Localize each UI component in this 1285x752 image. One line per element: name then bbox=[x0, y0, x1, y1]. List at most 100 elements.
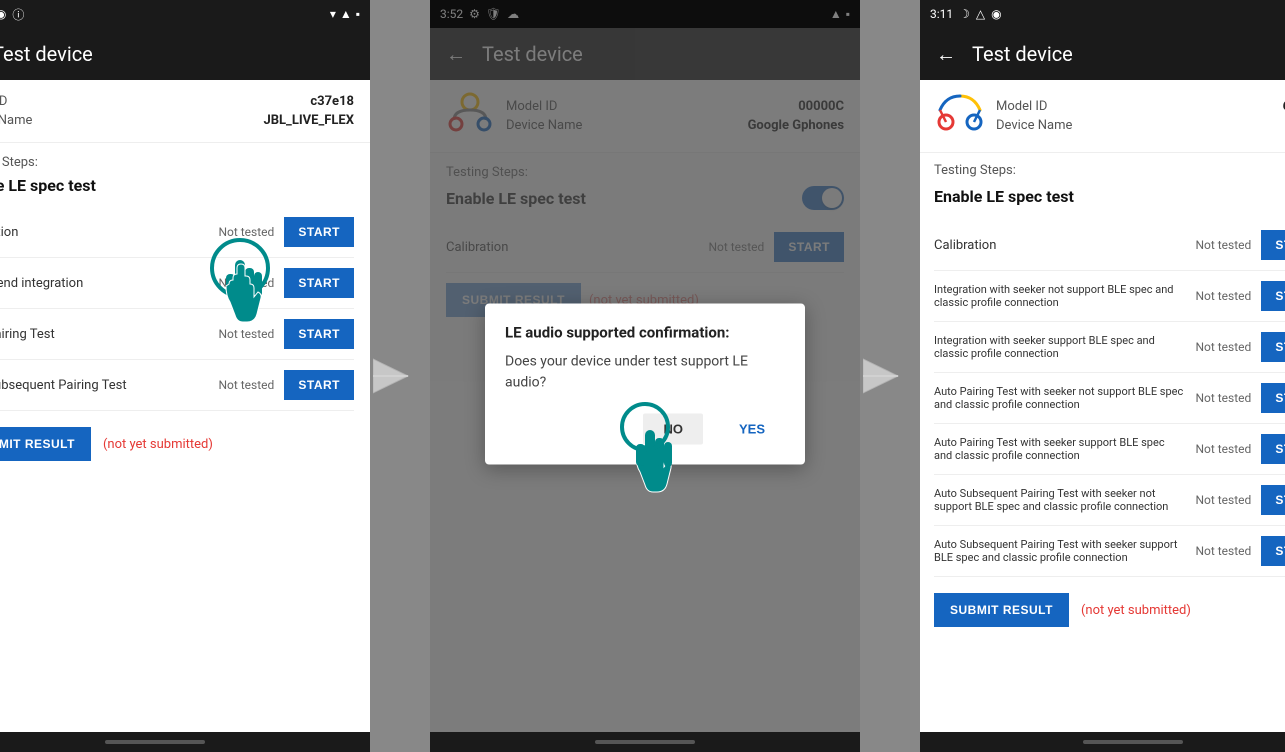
test-row-6-3: Auto Subsequent Pairing Test with seeker… bbox=[934, 526, 1285, 577]
test-label-3-3: Auto Pairing Test with seeker not suppor… bbox=[934, 385, 1185, 411]
test-start-btn-3-3[interactable]: START bbox=[1261, 383, 1285, 413]
screen-1: 1:55 ⚙ ◉ ⓘ ▾ ▲ ▪ ← Test device Model ID … bbox=[0, 0, 370, 752]
device-name-row-3: Device Name Allegro bbox=[996, 116, 1285, 135]
test-row-4-3: Auto Pairing Test with seeker support BL… bbox=[934, 424, 1285, 475]
test-label-0-3: Calibration bbox=[934, 238, 1185, 253]
home-bar-2 bbox=[595, 740, 695, 744]
subsequent-start-btn-1[interactable]: START bbox=[284, 370, 354, 400]
home-indicator-1 bbox=[0, 732, 370, 752]
test-row-5-3: Auto Subsequent Pairing Test with seeker… bbox=[934, 475, 1285, 526]
app-bar-1: ← Test device bbox=[0, 28, 370, 80]
test-row-0-3: Calibration Not tested START bbox=[934, 220, 1285, 271]
device-name-row-1: Device Name JBL_LIVE_FLEX bbox=[0, 111, 354, 130]
circle-icon: ◉ bbox=[0, 7, 6, 21]
testing-content-3: Testing Steps: Enable LE spec test Calib… bbox=[920, 153, 1285, 732]
calibration-start-btn-1[interactable]: START bbox=[284, 217, 354, 247]
test-label-5-3: Auto Subsequent Pairing Test with seeker… bbox=[934, 487, 1185, 513]
test-start-btn-0-3[interactable]: START bbox=[1261, 230, 1285, 260]
home-bar-3 bbox=[1083, 740, 1183, 744]
app-title-1: Test device bbox=[0, 42, 93, 66]
wifi-icon: ▾ bbox=[330, 7, 336, 21]
test-row-2-3: Integration with seeker support BLE spec… bbox=[934, 322, 1285, 373]
test-row-calibration-1: Calibration Not tested START bbox=[0, 207, 354, 258]
test-label-1-3: Integration with seeker not support BLE … bbox=[934, 283, 1185, 309]
status-bar-1: 1:55 ⚙ ◉ ⓘ ▾ ▲ ▪ bbox=[0, 0, 370, 28]
test-row-pairing-1: Auto Pairing Test Not tested START bbox=[0, 309, 354, 360]
back-button-3[interactable]: ← bbox=[936, 42, 956, 67]
time-3: 3:11 bbox=[930, 7, 953, 21]
test-row-e2e-1: End-to-end integration Not tested START bbox=[0, 258, 354, 309]
not-submitted-1: (not yet submitted) bbox=[103, 437, 213, 452]
model-id-row-1: Model ID c37e18 bbox=[0, 92, 354, 111]
submit-row-1: SUBMIT RESULT (not yet submitted) bbox=[0, 411, 354, 469]
test-label-6-3: Auto Subsequent Pairing Test with seeker… bbox=[934, 538, 1185, 564]
test-status-0-3: Not tested bbox=[1193, 238, 1253, 252]
hand-cursor-2 bbox=[625, 430, 680, 504]
test-status-2-3: Not tested bbox=[1193, 340, 1253, 354]
screen-3: 3:11 ☽ △ ◉ ▲ ▪ ← Test device bbox=[920, 0, 1285, 752]
test-row-1-3: Integration with seeker not support BLE … bbox=[934, 271, 1285, 322]
home-indicator-2 bbox=[430, 732, 860, 752]
test-label-2-3: Integration with seeker support BLE spec… bbox=[934, 334, 1185, 360]
e2e-label-1: End-to-end integration bbox=[0, 276, 208, 291]
enable-le-title-1: Enable LE spec test bbox=[0, 176, 96, 195]
device-icon-3 bbox=[936, 92, 984, 140]
model-id-label-3: Model ID bbox=[996, 99, 1047, 114]
test-status-6-3: Not tested bbox=[1193, 544, 1253, 558]
device-name-label-3: Device Name bbox=[996, 118, 1072, 133]
e2e-start-btn-1[interactable]: START bbox=[284, 268, 354, 298]
calibration-status-1: Not tested bbox=[216, 225, 276, 239]
dialog-title-2: LE audio supported confirmation: bbox=[505, 324, 785, 342]
test-status-1-3: Not tested bbox=[1193, 289, 1253, 303]
dialog-yes-btn[interactable]: YES bbox=[719, 414, 785, 445]
device-info-card-3: Model ID 6EDAF7 Device Name Allegro bbox=[920, 80, 1285, 153]
model-id-value-1: c37e18 bbox=[310, 94, 354, 109]
info-icon: ⓘ bbox=[12, 6, 24, 23]
submit-btn-1[interactable]: SUBMIT RESULT bbox=[0, 427, 91, 461]
status-left-3: 3:11 ☽ △ ◉ bbox=[930, 7, 1002, 21]
test-start-btn-2-3[interactable]: START bbox=[1261, 332, 1285, 362]
pairing-label-1: Auto Pairing Test bbox=[0, 327, 208, 342]
moon-icon: ☽ bbox=[959, 7, 970, 21]
device-info-card-1: Model ID c37e18 Device Name JBL_LIVE_FLE… bbox=[0, 80, 370, 143]
enable-le-row-3: Enable LE spec test bbox=[934, 184, 1285, 208]
hand-cursor-1 bbox=[215, 260, 270, 342]
status-left-1: 1:55 ⚙ ◉ ⓘ bbox=[0, 6, 24, 23]
app-bar-3: ← Test device bbox=[920, 28, 1285, 80]
enable-le-row-1: Enable LE spec test bbox=[0, 176, 354, 195]
test-status-5-3: Not tested bbox=[1193, 493, 1253, 507]
subsequent-status-1: Not tested bbox=[216, 378, 276, 392]
device-name-value-1: JBL_LIVE_FLEX bbox=[263, 113, 354, 128]
dialog-body-2: Does your device under test support LE a… bbox=[505, 352, 785, 394]
status-bar-3: 3:11 ☽ △ ◉ ▲ ▪ bbox=[920, 0, 1285, 28]
model-id-row-3: Model ID 6EDAF7 bbox=[996, 97, 1285, 116]
device-info-text-3: Model ID 6EDAF7 Device Name Allegro bbox=[996, 97, 1285, 135]
home-bar-1 bbox=[105, 740, 205, 744]
testing-content-1: Testing Steps: Enable LE spec test Calib… bbox=[0, 143, 370, 732]
test-start-btn-4-3[interactable]: START bbox=[1261, 434, 1285, 464]
warning-icon: △ bbox=[976, 7, 985, 21]
battery-icon: ▪ bbox=[356, 7, 360, 21]
calibration-label-1: Calibration bbox=[0, 225, 208, 240]
screen-2: 3:52 ⚙ 🛡 ☁ ▲ ▪ ← Test device Model ID bbox=[430, 0, 860, 752]
wifi-signal: ▲ bbox=[340, 7, 352, 21]
test-start-btn-5-3[interactable]: START bbox=[1261, 485, 1285, 515]
enable-le-title-3: Enable LE spec test bbox=[934, 187, 1074, 206]
home-indicator-3 bbox=[920, 732, 1285, 752]
subsequent-label-1: Auto Subsequent Pairing Test bbox=[0, 378, 208, 393]
test-start-btn-6-3[interactable]: START bbox=[1261, 536, 1285, 566]
submit-btn-3[interactable]: SUBMIT RESULT bbox=[934, 593, 1069, 627]
app-title-3: Test device bbox=[972, 42, 1073, 66]
not-submitted-3: (not yet submitted) bbox=[1081, 603, 1191, 618]
test-status-3-3: Not tested bbox=[1193, 391, 1253, 405]
test-status-4-3: Not tested bbox=[1193, 442, 1253, 456]
test-label-4-3: Auto Pairing Test with seeker support BL… bbox=[934, 436, 1185, 462]
pairing-start-btn-1[interactable]: START bbox=[284, 319, 354, 349]
arrow-1 bbox=[370, 349, 430, 404]
sos-icon: ◉ bbox=[991, 7, 1001, 21]
test-row-3-3: Auto Pairing Test with seeker not suppor… bbox=[934, 373, 1285, 424]
testing-steps-label-1: Testing Steps: bbox=[0, 155, 354, 170]
arrow-2 bbox=[860, 349, 920, 404]
test-start-btn-1-3[interactable]: START bbox=[1261, 281, 1285, 311]
model-id-label-1: Model ID bbox=[0, 94, 7, 109]
